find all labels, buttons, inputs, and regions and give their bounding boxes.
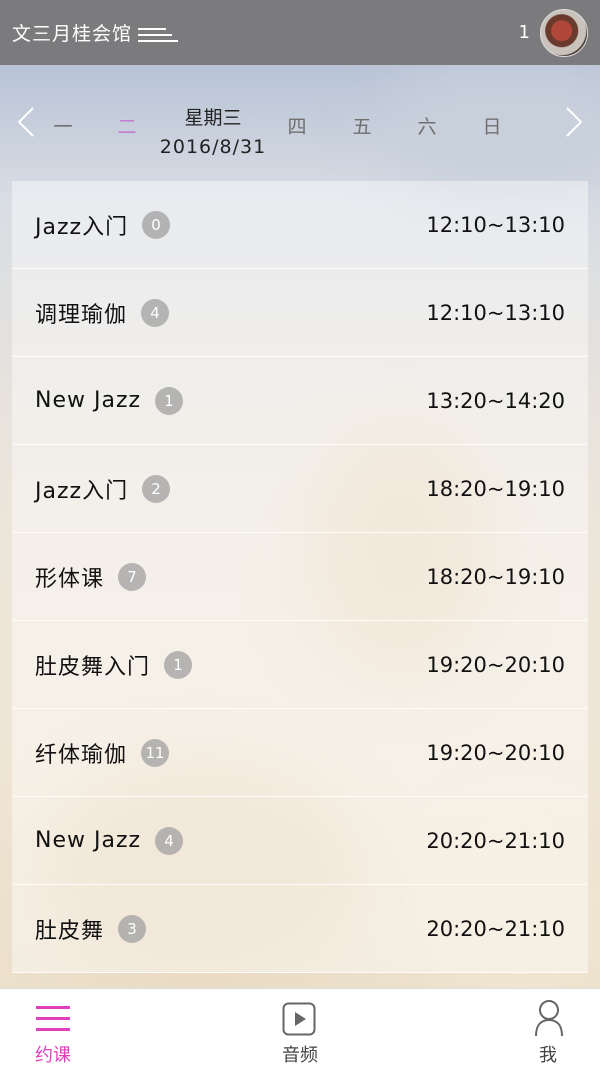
tab-me[interactable]: 我: [498, 989, 598, 1067]
booking-count-badge: 4: [141, 298, 170, 327]
booking-count-badge: 0: [142, 210, 171, 239]
class-row[interactable]: Jazz入门 0 12:10~13:10: [12, 181, 588, 269]
class-time: 20:20~21:10: [426, 828, 565, 853]
tab-me-label: 我: [539, 1045, 557, 1066]
class-time: 19:20~20:10: [426, 740, 565, 765]
class-name: New Jazz: [35, 828, 142, 853]
class-name: 形体课: [35, 566, 105, 592]
tab-booking-label: 约课: [35, 1045, 71, 1066]
day-tuesday[interactable]: 二: [107, 112, 147, 139]
notification-count: 1: [518, 22, 530, 43]
class-time: 18:20~19:10: [426, 564, 565, 589]
class-list: Jazz入门 0 12:10~13:10 调理瑜伽 4 12:10~13:10 …: [12, 181, 588, 973]
current-day[interactable]: 星期三 2016/8/31: [148, 103, 278, 158]
class-name: 纤体瑜伽: [35, 742, 128, 768]
chevron-right-icon[interactable]: [566, 107, 582, 137]
class-name: Jazz入门: [35, 478, 129, 504]
class-row[interactable]: 肚皮舞 3 20:20~21:10: [12, 885, 588, 973]
booking-count-badge: 1: [155, 386, 184, 415]
class-time: 20:20~21:10: [426, 916, 565, 941]
day-monday[interactable]: 一: [43, 112, 83, 139]
current-date: 2016/8/31: [159, 136, 267, 158]
booking-count-badge: 2: [142, 474, 171, 503]
class-name: 肚皮舞入门: [35, 654, 151, 680]
bottom-tab-bar: 约课 音频 我: [0, 988, 600, 1067]
booking-count-badge: 1: [164, 650, 193, 679]
class-row[interactable]: 纤体瑜伽 11 19:20~20:10: [12, 709, 588, 797]
menu-icon[interactable]: [138, 22, 179, 44]
class-name: 调理瑜伽: [35, 302, 128, 328]
day-saturday[interactable]: 六: [407, 112, 447, 139]
top-bar: 文三月桂会馆 1: [0, 0, 600, 65]
tab-booking[interactable]: 约课: [3, 989, 103, 1067]
booking-count-badge: 7: [118, 562, 147, 591]
day-thursday[interactable]: 四: [277, 112, 317, 139]
tab-audio-label: 音频: [282, 1045, 318, 1066]
class-time: 18:20~19:10: [426, 476, 565, 501]
class-name: New Jazz: [35, 388, 142, 413]
class-name: 肚皮舞: [35, 918, 105, 944]
current-day-name: 星期三: [184, 107, 242, 129]
day-friday[interactable]: 五: [342, 112, 382, 139]
class-row[interactable]: 肚皮舞入门 1 19:20~20:10: [12, 621, 588, 709]
week-selector: 一 二 星期三 2016/8/31 四 五 六 日: [0, 65, 600, 180]
person-icon: [535, 1000, 563, 1037]
class-row[interactable]: 形体课 7 18:20~19:10: [12, 533, 588, 621]
chevron-left-icon[interactable]: [18, 107, 34, 137]
class-name: Jazz入门: [35, 214, 129, 240]
tab-audio[interactable]: 音频: [250, 989, 350, 1067]
avatar[interactable]: [540, 9, 588, 57]
class-time: 13:20~14:20: [426, 388, 565, 413]
venue-title[interactable]: 文三月桂会馆: [12, 19, 132, 46]
play-icon: [282, 1002, 316, 1036]
class-time: 12:10~13:10: [426, 300, 565, 325]
class-row[interactable]: 调理瑜伽 4 12:10~13:10: [12, 269, 588, 357]
booking-count-badge: 4: [155, 826, 184, 855]
list-icon: [36, 1006, 70, 1031]
app-screen: 文三月桂会馆 1 一 二 星期三 2016/8/31 四 五 六 日 Jazz入…: [0, 0, 600, 1067]
class-row[interactable]: New Jazz 4 20:20~21:10: [12, 797, 588, 885]
day-sunday[interactable]: 日: [472, 112, 512, 139]
class-time: 19:20~20:10: [426, 652, 565, 677]
class-time: 12:10~13:10: [426, 212, 565, 237]
booking-count-badge: 11: [141, 738, 170, 767]
booking-count-badge: 3: [118, 914, 147, 943]
class-row[interactable]: New Jazz 1 13:20~14:20: [12, 357, 588, 445]
class-row[interactable]: Jazz入门 2 18:20~19:10: [12, 445, 588, 533]
